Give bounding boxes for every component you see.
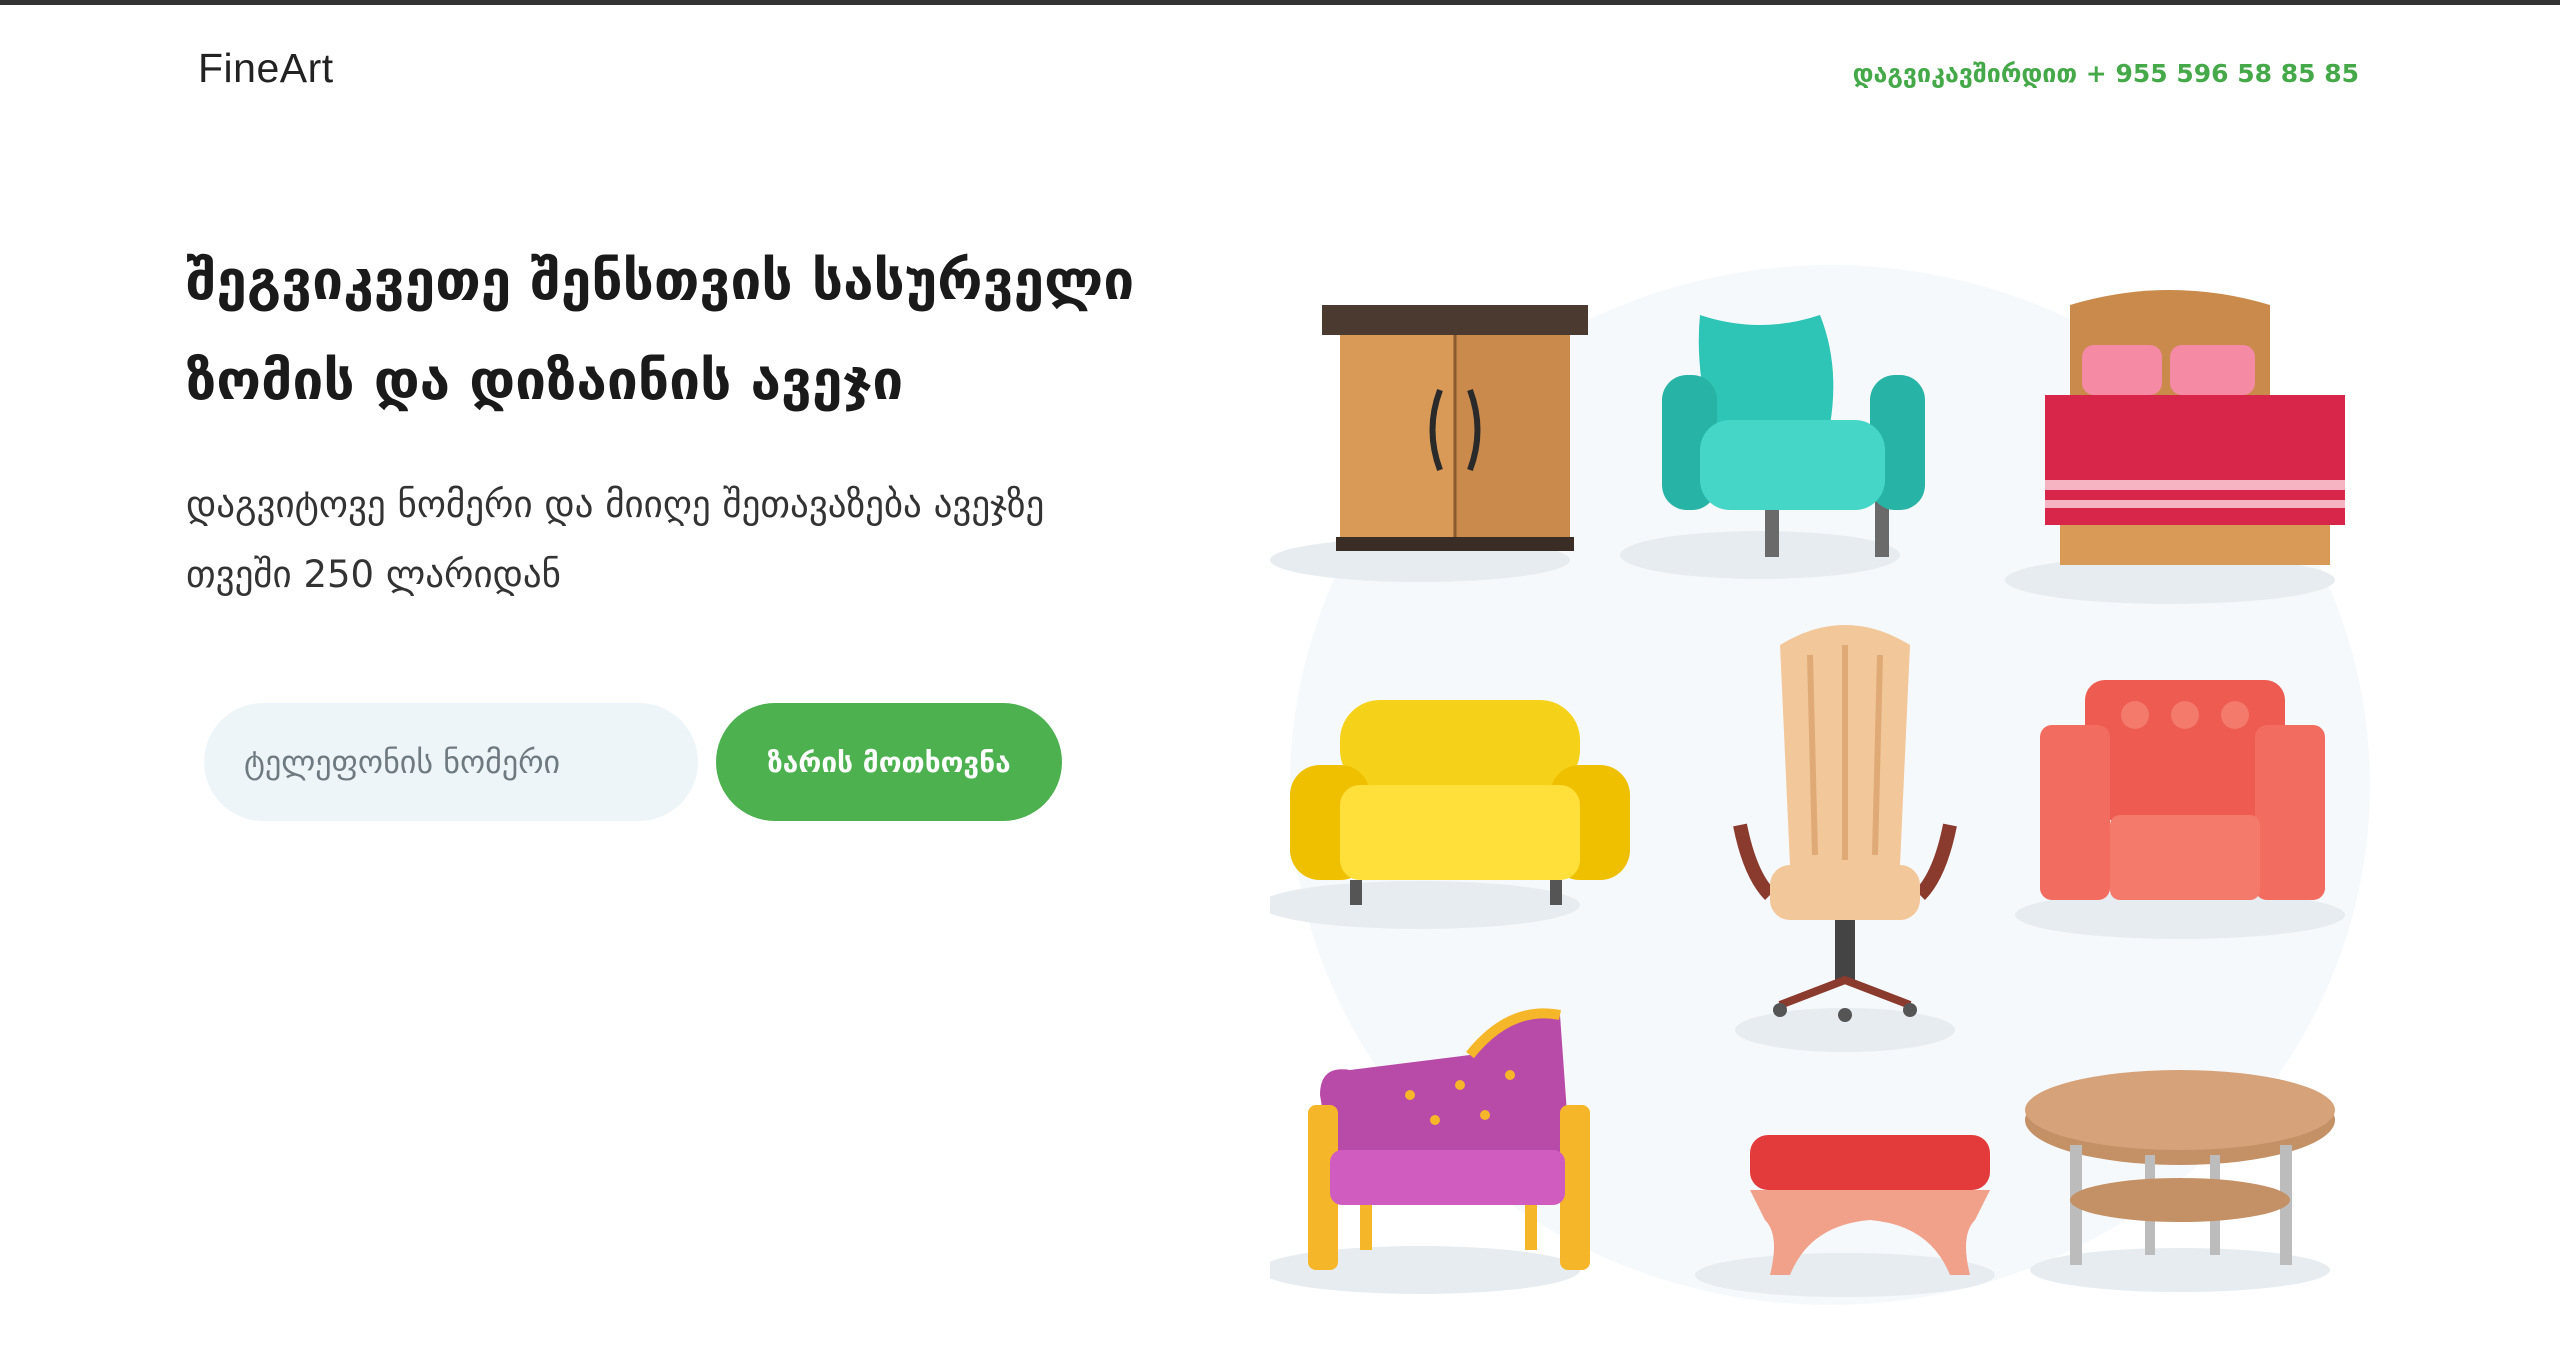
subtext-line-2: თვეში 250 ლარიდან bbox=[186, 553, 561, 596]
table-icon bbox=[2025, 1070, 2335, 1292]
contact-phone[interactable]: დაგვიკავშირდით + 955 596 58 85 85 bbox=[1853, 59, 2359, 88]
request-call-button[interactable]: ზარის მოთხოვნა bbox=[716, 703, 1062, 821]
page-title: შეგვიკვეთე შენსთვის სასურველი ზომის და დ… bbox=[186, 230, 1236, 430]
subtext-line-1: დაგვიტოვე ნომერი და მიიღე შეთავაზება ავე… bbox=[186, 483, 1045, 526]
furniture-illustration bbox=[1270, 225, 2390, 1345]
page-subtitle: დაგვიტოვე ნომერი და მიიღე შეთავაზება ავე… bbox=[186, 470, 1186, 610]
headline-line-1: შეგვიკვეთე შენსთვის სასურველი bbox=[186, 248, 1135, 312]
phone-input[interactable] bbox=[204, 703, 698, 821]
headline-line-2: ზომის და დიზაინის ავეჯი bbox=[186, 348, 904, 412]
logo[interactable]: FineArt bbox=[198, 45, 334, 92]
